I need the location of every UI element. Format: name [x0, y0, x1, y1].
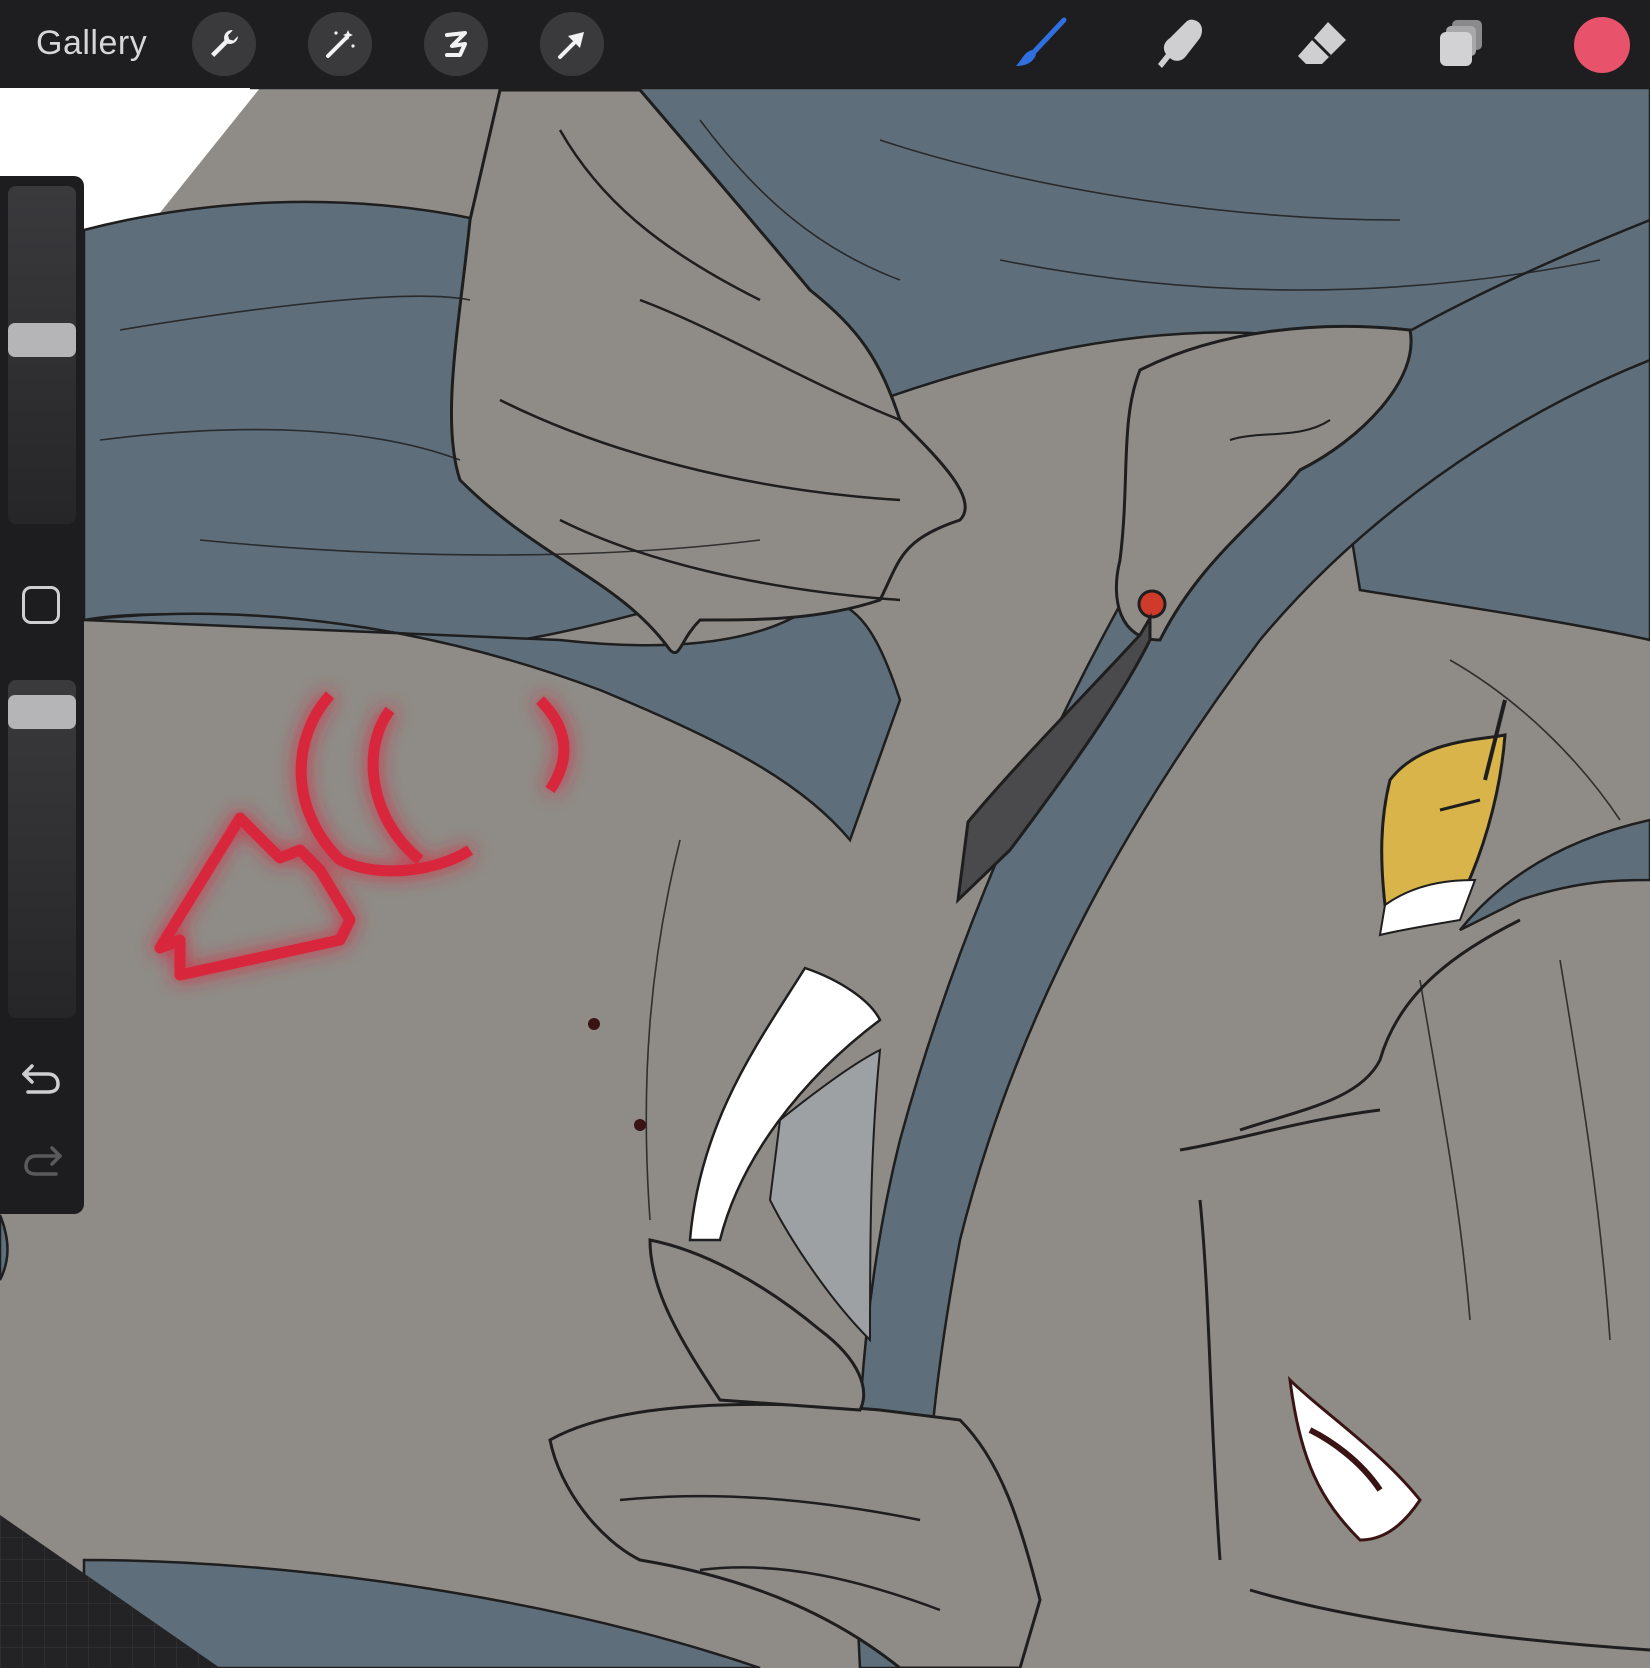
- eraser-tool-button[interactable]: [1292, 14, 1352, 74]
- arrow-cursor-icon: [558, 32, 584, 59]
- magic-wand-icon: [326, 30, 355, 58]
- undo-arrow-icon[interactable]: [20, 1058, 64, 1098]
- brush-size-thumb[interactable]: [8, 322, 76, 357]
- top-toolbar: Gallery: [0, 0, 1650, 88]
- eraser-icon: [1298, 22, 1346, 64]
- layers-icon: [1440, 20, 1482, 66]
- wrench-icon: [211, 30, 238, 57]
- grid-overlay-corner: [0, 1515, 220, 1668]
- opacity-thumb[interactable]: [8, 695, 76, 730]
- redo-arrow-icon[interactable]: [20, 1140, 64, 1180]
- brush-icon: [1016, 17, 1067, 66]
- earring-gem: [1137, 589, 1167, 619]
- smudge-tool-button[interactable]: [1152, 14, 1212, 74]
- mark-dot: [634, 1119, 646, 1131]
- color-picker-swatch[interactable]: [1574, 17, 1630, 73]
- smudge-finger-icon: [1158, 19, 1202, 68]
- brush-tool-button[interactable]: [1012, 14, 1072, 74]
- gallery-button[interactable]: Gallery: [36, 24, 147, 63]
- selection-s-icon: [445, 31, 467, 57]
- left-sidebar: [0, 176, 84, 1214]
- opacity-slider[interactable]: [8, 680, 76, 1018]
- transform-button[interactable]: [540, 12, 604, 76]
- layers-button[interactable]: [1432, 14, 1492, 74]
- actions-button[interactable]: [192, 12, 256, 76]
- drawing-canvas[interactable]: [0, 88, 1650, 1668]
- square-modify-icon[interactable]: [22, 586, 60, 624]
- adjustments-button[interactable]: [308, 12, 372, 76]
- selection-button[interactable]: [424, 12, 488, 76]
- mark-dot: [588, 1018, 600, 1030]
